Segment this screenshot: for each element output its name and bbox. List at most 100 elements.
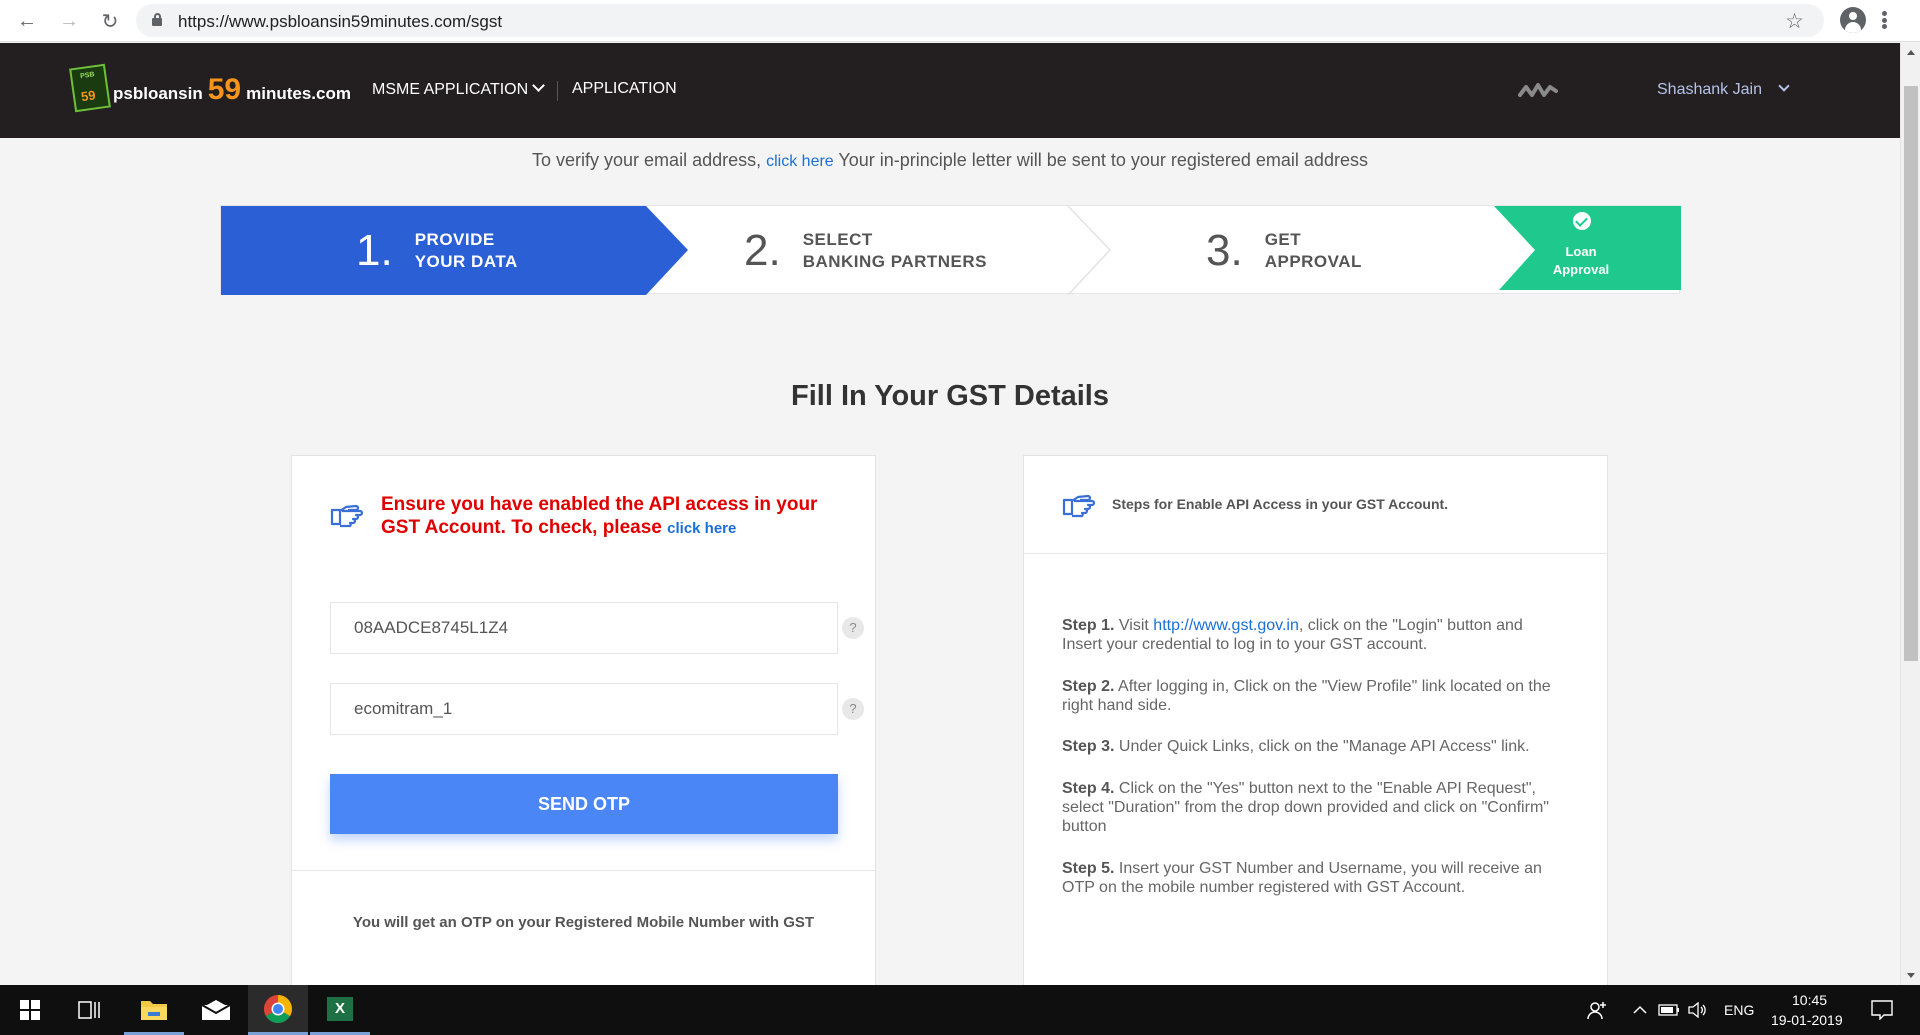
step-2[interactable]: 2. SELECT BANKING PARTNERS — [744, 206, 987, 295]
logo-text-num: 59 — [207, 73, 242, 106]
mail-icon[interactable] — [186, 985, 246, 1035]
logo-badge-top: PSB — [79, 71, 96, 81]
step-3-line2: APPROVAL — [1264, 251, 1362, 271]
panel-divider — [292, 870, 875, 871]
api-step-3: Step 3. Under Quick Links, click on the … — [1062, 737, 1562, 756]
task-view-icon[interactable] — [62, 985, 116, 1035]
logo-text-pre: psbloansin — [113, 84, 203, 103]
gst-username-input[interactable] — [330, 683, 838, 735]
send-otp-button[interactable]: SEND OTP — [330, 774, 838, 834]
back-arrow-icon[interactable]: ← — [13, 7, 41, 35]
chevron-down-icon — [1778, 80, 1790, 92]
approval-line1: Loan — [1565, 244, 1597, 259]
step-1[interactable]: 1. PROVIDE YOUR DATA — [356, 206, 518, 295]
username-help-icon[interactable]: ? — [842, 698, 864, 720]
page-scrollbar[interactable] — [1900, 43, 1920, 985]
user-menu[interactable]: Shashank Jain — [1657, 80, 1790, 99]
site-header: PSB 59 psbloansin 59 minutes.com MSME AP… — [0, 43, 1900, 138]
browser-toolbar: ← → ↻ https://www.psbloansin59minutes.co… — [0, 0, 1920, 42]
step-2-arrow-edge — [1067, 206, 1112, 295]
loan-approval-step[interactable]: Loan Approval — [1481, 206, 1681, 290]
pointing-hand-icon — [1062, 494, 1096, 518]
clock-time[interactable]: 10:45 — [1792, 992, 1827, 1008]
pointing-hand-icon — [330, 504, 364, 528]
account-icon[interactable] — [1840, 7, 1866, 33]
site-logo[interactable]: psbloansin 59 minutes.com — [113, 73, 351, 107]
nav-application[interactable]: APPLICATION — [572, 80, 677, 98]
step-label: Step 1. — [1062, 617, 1115, 634]
chevron-down-icon — [532, 79, 546, 92]
api-step-5: Step 5. Insert your GST Number and Usern… — [1062, 859, 1562, 897]
step-pre: Visit — [1114, 617, 1154, 634]
logo-text-post: minutes.com — [246, 84, 351, 103]
show-hidden-icons-chevron-up-icon[interactable] — [1628, 985, 1652, 1035]
step-1-number: 1. — [356, 225, 393, 275]
api-step-4: Step 4. Click on the "Yes" button next t… — [1062, 779, 1562, 836]
excel-glyph: X — [327, 996, 353, 1021]
step-text: Click on the "Yes" button next to the "E… — [1062, 780, 1549, 835]
scroll-down-arrow-icon[interactable] — [1907, 973, 1915, 978]
api-step-1: Step 1. Visit http://www.gst.gov.in, cli… — [1062, 616, 1562, 654]
input-language[interactable]: ENG — [1724, 1002, 1754, 1018]
nav-msme-application-label: MSME APPLICATION — [372, 81, 529, 98]
people-icon[interactable] — [1580, 985, 1614, 1035]
step-2-number: 2. — [744, 225, 781, 275]
step-label: Step 3. — [1062, 738, 1115, 755]
battery-icon[interactable] — [1656, 985, 1682, 1035]
volume-icon[interactable] — [1684, 985, 1712, 1035]
gst-form-panel: Ensure you have enabled the API access i… — [291, 455, 876, 985]
nav-application-label: APPLICATION — [572, 80, 677, 97]
address-bar[interactable]: https://www.psbloansin59minutes.com/sgst… — [136, 4, 1824, 37]
step-text: After logging in, Click on the "View Pro… — [1062, 678, 1551, 714]
gstin-help-icon[interactable]: ? — [842, 617, 864, 639]
step-1-line2: YOUR DATA — [414, 251, 518, 271]
step-text: Insert your GST Number and Username, you… — [1062, 860, 1542, 896]
steps-heading: Steps for Enable API Access in your GST … — [1112, 496, 1449, 512]
url-text[interactable]: https://www.psbloansin59minutes.com/sgst — [178, 12, 502, 32]
windows-start-icon[interactable] — [0, 985, 60, 1035]
verify-email-link[interactable]: click here — [766, 153, 834, 170]
gst-portal-link[interactable]: http://www.gst.gov.in — [1153, 617, 1299, 634]
panel-divider — [1024, 553, 1607, 554]
progress-stepper: 1. PROVIDE YOUR DATA 2. SELECT BANKING PAR… — [220, 205, 1681, 295]
verify-text-after: Your in-principle letter will be sent to… — [833, 150, 1368, 170]
step-label: Step 5. — [1062, 860, 1115, 877]
logo-badge-num: 59 — [80, 87, 97, 105]
browser-menu-icon[interactable] — [1882, 8, 1888, 32]
logo-badge[interactable]: PSB 59 — [69, 63, 111, 113]
lock-icon — [152, 13, 162, 26]
approval-line2: Approval — [1552, 262, 1610, 277]
check-api-link[interactable]: click here — [667, 520, 736, 537]
step-1-line1: PROVIDE — [414, 229, 495, 249]
check-circle-icon — [1573, 212, 1591, 230]
scroll-thumb[interactable] — [1904, 86, 1918, 661]
file-explorer-icon[interactable] — [124, 985, 184, 1035]
page-title: Fill In Your GST Details — [791, 380, 1109, 412]
excel-icon[interactable]: X — [310, 985, 370, 1035]
api-step-2: Step 2. After logging in, Click on the "… — [1062, 677, 1562, 715]
scroll-up-arrow-icon[interactable] — [1907, 50, 1915, 55]
activity-wave-icon[interactable] — [1518, 81, 1558, 101]
bookmark-star-icon[interactable]: ☆ — [1785, 9, 1804, 34]
chrome-icon[interactable] — [248, 985, 308, 1035]
api-access-warning: Ensure you have enabled the API access i… — [381, 493, 851, 540]
step-2-line1: SELECT — [802, 229, 873, 249]
verify-email-notice: To verify your email address, click here… — [0, 150, 1900, 171]
forward-arrow-icon[interactable]: → — [55, 7, 83, 35]
step-label: Step 2. — [1062, 678, 1115, 695]
step-3-line1: GET — [1264, 229, 1302, 249]
action-center-icon[interactable] — [1862, 985, 1902, 1035]
otp-note: You will get an OTP on your Registered M… — [352, 914, 815, 931]
windows-taskbar: X ENG 10:45 19-01-2019 — [0, 985, 1920, 1035]
clock-date[interactable]: 19-01-2019 — [1771, 1012, 1843, 1028]
step-label: Step 4. — [1062, 780, 1115, 797]
nav-msme-application[interactable]: MSME APPLICATION — [372, 79, 546, 99]
step-3-number: 3. — [1206, 225, 1243, 275]
verify-text-before: To verify your email address, — [532, 150, 767, 170]
gstin-input[interactable] — [330, 602, 838, 654]
step-3[interactable]: 3. GET APPROVAL — [1206, 206, 1362, 295]
api-steps-panel: Steps for Enable API Access in your GST … — [1023, 455, 1608, 985]
reload-icon[interactable]: ↻ — [96, 7, 124, 35]
nav-divider — [557, 81, 558, 101]
warning-text: Ensure you have enabled the API access i… — [381, 494, 818, 538]
